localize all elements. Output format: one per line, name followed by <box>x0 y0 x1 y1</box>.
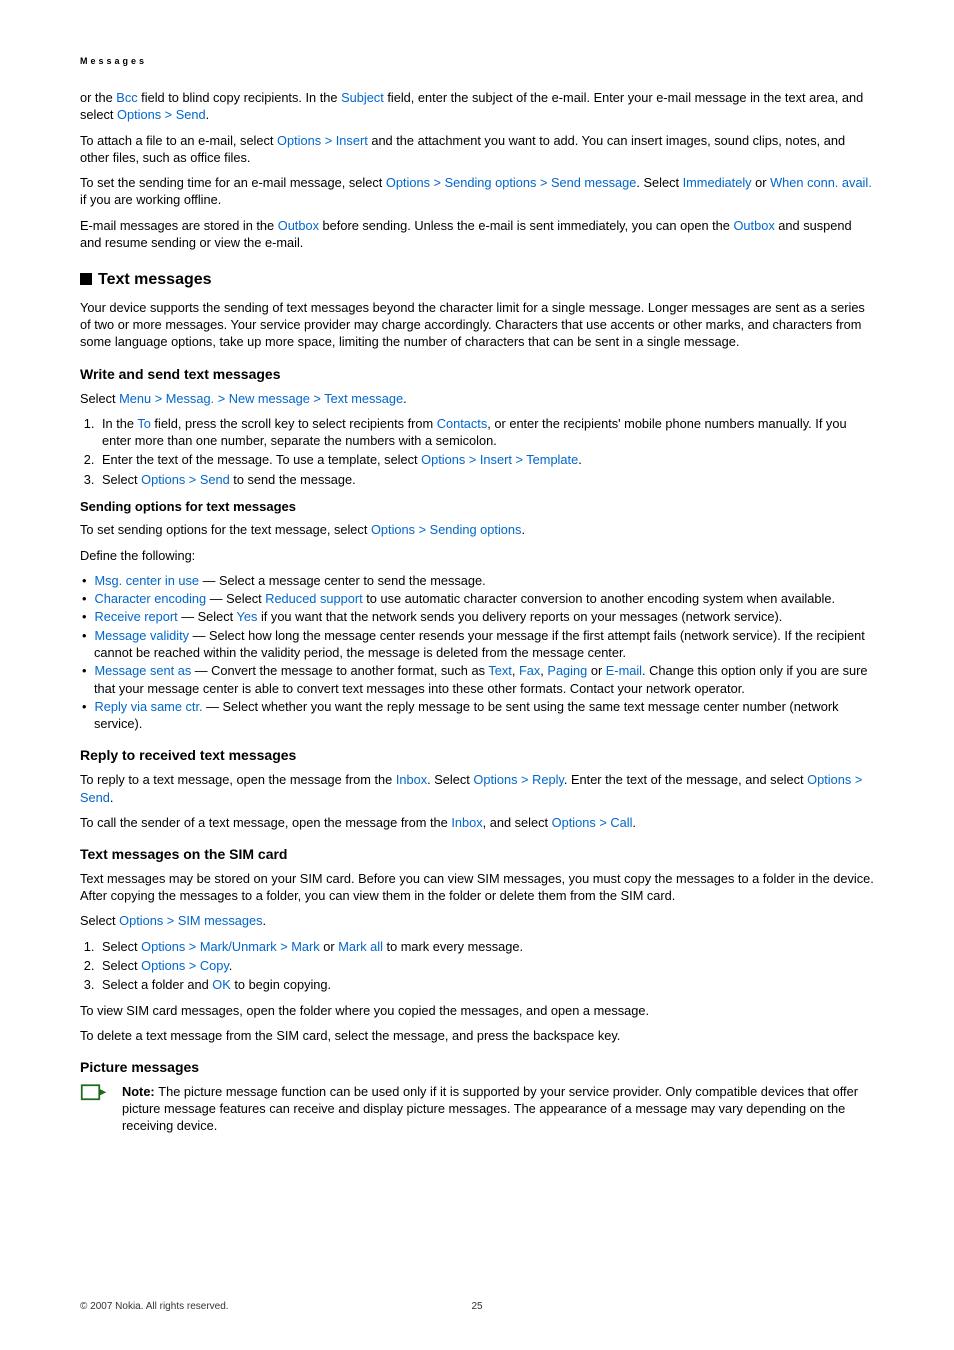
list-item: Select a folder and OK to begin copying. <box>98 976 874 993</box>
page-number: 25 <box>80 1301 874 1312</box>
reply-p1: To reply to a text message, open the mes… <box>80 771 874 806</box>
intro-p2: To attach a file to an e-mail, select Op… <box>80 132 874 167</box>
reply-p2: To call the sender of a text message, op… <box>80 814 874 831</box>
sim-messages-link: SIM messages <box>178 913 263 928</box>
to-link: To <box>137 416 151 431</box>
subject-link: Subject <box>341 90 384 105</box>
mark-unmark-link: Mark/Unmark <box>200 939 277 954</box>
messag-link: Messag. <box>166 391 214 406</box>
outbox-link: Outbox <box>278 218 319 233</box>
list-item: Message validity — Select how long the m… <box>80 627 874 662</box>
inbox-link: Inbox <box>396 772 427 787</box>
copy-link: Copy <box>200 958 229 973</box>
contacts-link: Contacts <box>437 416 488 431</box>
mark-link: Mark <box>291 939 319 954</box>
list-item: Select Options > Copy. <box>98 957 874 974</box>
note-text: Note: The picture message function can b… <box>122 1083 874 1135</box>
options-link: Options <box>117 107 161 122</box>
picture-heading: Picture messages <box>80 1058 874 1077</box>
note-row: Note: The picture message function can b… <box>80 1083 874 1135</box>
page-header: Messages <box>80 55 874 67</box>
new-message-link: New message <box>229 391 310 406</box>
text-messages-para: Your device supports the sending of text… <box>80 299 874 351</box>
list-item: Msg. center in use — Select a message ce… <box>80 572 874 589</box>
list-item: Select Options > Send to send the messag… <box>98 471 874 488</box>
write-send-list: In the To field, press the scroll key to… <box>80 415 874 488</box>
note-icon <box>80 1083 108 1135</box>
list-item: Character encoding — Select Reduced supp… <box>80 590 874 607</box>
text-message-link: Text message <box>324 391 403 406</box>
send-message-link: Send message <box>551 175 636 190</box>
sim-p1: Text messages may be stored on your SIM … <box>80 870 874 905</box>
define-following: Define the following: <box>80 547 874 564</box>
text-messages-heading: Text messages <box>80 269 874 291</box>
list-item: Receive report — Select Yes if you want … <box>80 608 874 625</box>
menu-link: Menu <box>119 391 151 406</box>
intro-p4: E-mail messages are stored in the Outbox… <box>80 217 874 252</box>
sim-select: Select Options > SIM messages. <box>80 912 874 929</box>
list-item: Enter the text of the message. To use a … <box>98 451 874 468</box>
sim-p2: To view SIM card messages, open the fold… <box>80 1002 874 1019</box>
bcc-link: Bcc <box>116 90 137 105</box>
reply-link: Reply <box>532 772 564 787</box>
sending-options-link: Sending options <box>445 175 537 190</box>
intro-p1: or the Bcc field to blind copy recipient… <box>80 89 874 124</box>
list-item: Message sent as — Convert the message to… <box>80 662 874 697</box>
list-item: In the To field, press the scroll key to… <box>98 415 874 450</box>
sim-list: Select Options > Mark/Unmark > Mark or M… <box>80 938 874 994</box>
ok-link: OK <box>212 977 231 992</box>
reply-heading: Reply to received text messages <box>80 746 874 765</box>
immediately-link: Immediately <box>683 175 752 190</box>
call-link: Call <box>610 815 632 830</box>
sending-options-p1: To set sending options for the text mess… <box>80 521 874 538</box>
list-item: Select Options > Mark/Unmark > Mark or M… <box>98 938 874 955</box>
sim-heading: Text messages on the SIM card <box>80 845 874 864</box>
template-link: Template <box>526 452 578 467</box>
page-footer: © 2007 Nokia. All rights reserved. 25 <box>80 1301 874 1312</box>
sim-p3: To delete a text message from the SIM ca… <box>80 1027 874 1044</box>
send-link: Send <box>176 107 206 122</box>
list-item: Reply via same ctr. — Select whether you… <box>80 698 874 733</box>
square-icon <box>80 273 92 285</box>
intro-p3: To set the sending time for an e-mail me… <box>80 174 874 209</box>
mark-all-link: Mark all <box>338 939 383 954</box>
when-conn-link: When conn. avail. <box>770 175 872 190</box>
insert-link: Insert <box>336 133 368 148</box>
write-send-heading: Write and send text messages <box>80 365 874 384</box>
write-send-select: Select Menu > Messag. > New message > Te… <box>80 390 874 407</box>
sending-options-list: Msg. center in use — Select a message ce… <box>80 572 874 732</box>
sending-options-heading: Sending options for text messages <box>80 498 874 516</box>
